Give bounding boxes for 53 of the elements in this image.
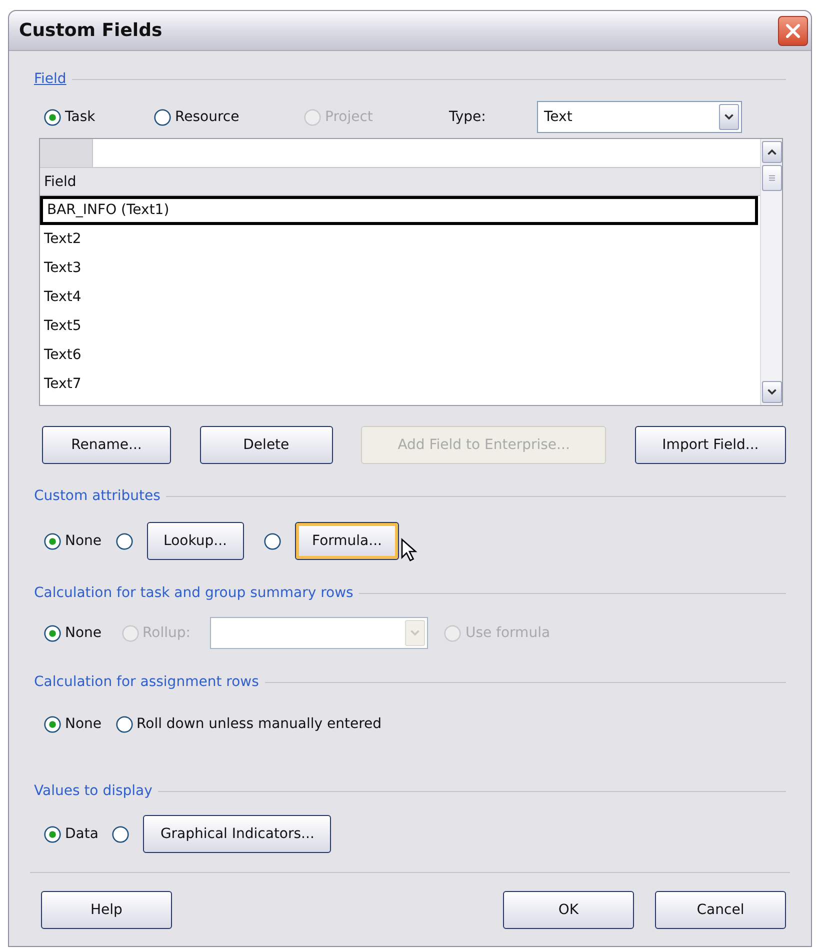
radio-label: Project	[325, 108, 373, 126]
close-button[interactable]	[778, 16, 808, 46]
radio-button[interactable]	[116, 716, 133, 732]
button[interactable]: Help	[41, 891, 172, 929]
radio-button[interactable]	[112, 826, 130, 842]
radio-button[interactable]	[116, 532, 133, 550]
table-cell[interactable]: Text6	[40, 341, 760, 370]
close-icon	[784, 22, 802, 40]
table-cell[interactable]: Text2	[40, 225, 760, 254]
table-cell[interactable]: BAR_INFO (Text1)	[40, 196, 758, 225]
table-cell[interactable]: Text4	[40, 283, 760, 312]
window-title: Custom Fields	[19, 19, 162, 43]
button[interactable]: OK	[503, 891, 634, 929]
dropdown-arrow-button[interactable]	[719, 104, 739, 130]
button[interactable]: Delete	[200, 426, 333, 464]
radio-label: None	[65, 714, 102, 734]
column-header: Field	[40, 168, 760, 196]
button[interactable]: Cancel	[655, 891, 786, 929]
radio-label: Roll down unless manually entered	[136, 714, 382, 734]
group-label: Calculation for task and group summary rows	[34, 584, 354, 603]
table-cell[interactable]: Text7	[40, 370, 760, 399]
type-dropdown[interactable]: Text	[537, 101, 742, 133]
radio-button[interactable]	[44, 532, 61, 550]
radio-button[interactable]	[44, 826, 61, 842]
radio-label: Task	[65, 108, 96, 126]
group-label: Field	[34, 70, 66, 89]
radio-button[interactable]	[264, 532, 282, 550]
button[interactable]: Import Field...	[634, 426, 786, 464]
scrollbar[interactable]	[760, 139, 782, 405]
scroll-down-button[interactable]	[762, 381, 782, 403]
button[interactable]: Lookup...	[146, 522, 244, 560]
radio-label: Resource	[175, 108, 240, 126]
scroll-thumb[interactable]	[762, 165, 782, 191]
radio-label: None	[65, 532, 102, 550]
radio-label: Data	[65, 824, 98, 844]
button[interactable]: Graphical Indicators...	[143, 815, 332, 853]
radio-button[interactable]	[44, 624, 61, 642]
scroll-up-button[interactable]	[762, 141, 782, 163]
radio-label: Use formula	[465, 624, 550, 642]
group-label: Values to display	[34, 782, 152, 801]
radio-button[interactable]	[44, 108, 61, 126]
radio-button[interactable]	[154, 108, 171, 126]
button[interactable]: Rename...	[42, 426, 171, 464]
table-cell[interactable]: Text3	[40, 254, 760, 283]
type-label: Type:	[449, 108, 487, 126]
radio-label: None	[65, 624, 102, 642]
button[interactable]: Formula...	[295, 522, 399, 560]
group-label: Custom attributes	[34, 487, 160, 506]
dropdown-value: Text	[544, 108, 572, 126]
table-cell[interactable]: Text5	[40, 312, 760, 341]
radio-label: Rollup:	[142, 624, 190, 642]
group-label: Calculation for assignment rows	[34, 673, 259, 692]
radio-button[interactable]	[44, 716, 61, 732]
